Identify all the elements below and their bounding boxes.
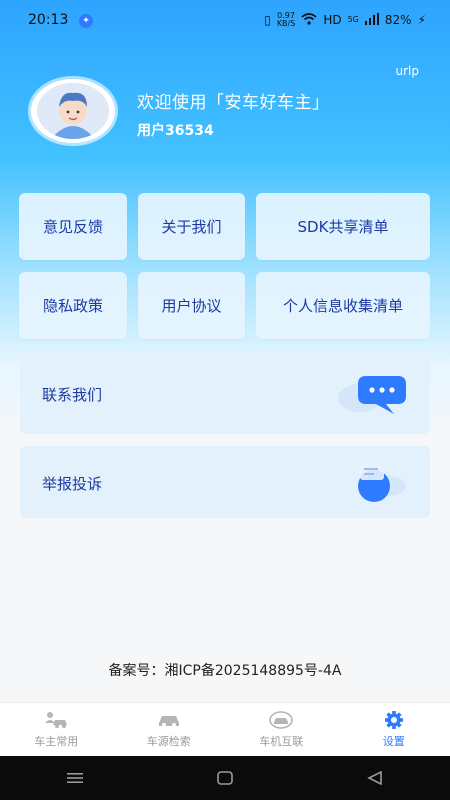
bottom-nav: 车主常用 车源检索 车机互联 设置 [0, 702, 450, 757]
nav-settings[interactable]: 设置 [338, 703, 450, 757]
sdk-share-list-label: SDK共享清单 [297, 218, 389, 236]
avatar-image [37, 83, 109, 139]
welcome-title: 欢迎使用「安车好车主」 [137, 93, 330, 113]
nav-settings-label: 设置 [382, 735, 405, 748]
nav-car-owner[interactable]: 车主常用 [0, 703, 113, 757]
back-icon[interactable] [355, 768, 395, 788]
system-nav-bar [0, 756, 450, 800]
about-us-label: 关于我们 [161, 218, 222, 236]
wifi-icon [301, 12, 317, 28]
about-us-button[interactable]: 关于我们 [138, 193, 245, 260]
vibrate-icon: ▯ [264, 13, 271, 27]
header-tag: urlp [395, 64, 420, 78]
car-connect-icon [269, 711, 294, 729]
car-search-icon [158, 716, 179, 727]
personal-info-list-label: 个人信息收集清单 [282, 297, 403, 315]
status-bar: 20:13 ✦ ▯ 0.97 KB/S HD 5G 82% ⚡ [0, 0, 450, 42]
nav-car-search-label: 车源检索 [146, 735, 191, 748]
privacy-policy-label: 隐私政策 [42, 297, 103, 315]
nav-car-owner-label: 车主常用 [34, 735, 79, 748]
notification-icon: ✦ [79, 14, 93, 28]
sdk-share-list-button[interactable]: SDK共享清单 [256, 193, 430, 260]
battery-level: 82% [384, 13, 412, 27]
contact-us-label: 联系我们 [42, 386, 103, 404]
gear-icon [384, 711, 403, 729]
avatar[interactable] [31, 79, 115, 143]
feedback-button[interactable]: 意见反馈 [19, 193, 127, 260]
net-speed: 0.97 KB/S [277, 12, 296, 28]
nav-car-search[interactable]: 车源检索 [113, 703, 226, 757]
contact-us-button[interactable]: 联系我们 [20, 352, 430, 434]
report-complaint-label: 举报投诉 [42, 475, 103, 493]
menu-icon[interactable] [55, 768, 95, 788]
status-icons: ▯ 0.97 KB/S HD 5G 82% ⚡ [264, 12, 426, 28]
car-owner-icon [45, 712, 68, 728]
signal-icon [364, 12, 379, 28]
report-complaint-button[interactable]: 举报投诉 [20, 446, 430, 518]
user-agreement-button[interactable]: 用户协议 [138, 272, 245, 339]
network-type: HD [323, 13, 342, 27]
user-id: 用户36534 [137, 123, 214, 139]
home-icon[interactable] [205, 768, 245, 788]
status-time: 20:13 [28, 12, 69, 28]
signal-type: 5G [347, 15, 359, 24]
user-agreement-label: 用户协议 [161, 297, 222, 315]
net-speed-unit: KB/S [276, 19, 296, 28]
personal-info-list-button[interactable]: 个人信息收集清单 [256, 272, 430, 339]
charging-icon: ⚡ [417, 13, 426, 27]
privacy-policy-button[interactable]: 隐私政策 [19, 272, 127, 339]
nav-car-connect[interactable]: 车机互联 [225, 703, 338, 757]
complaint-icon [348, 458, 408, 508]
nav-car-connect-label: 车机互联 [259, 735, 304, 748]
chat-bubble-icon [336, 370, 408, 420]
feedback-label: 意见反馈 [42, 218, 103, 236]
icp-record: 备案号：湘ICP备2025148895号-4A [108, 663, 342, 679]
